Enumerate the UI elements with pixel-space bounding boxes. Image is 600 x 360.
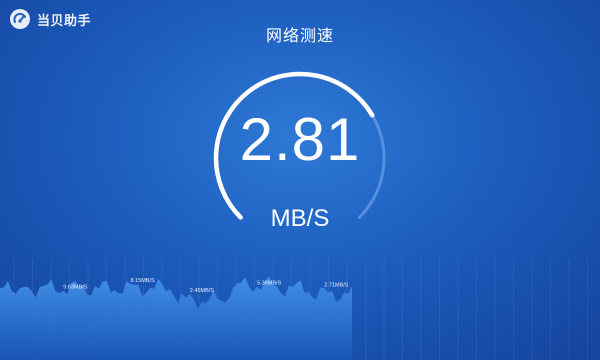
page-title: 网络测速 — [265, 28, 334, 45]
history-value-label: 5.36MB/S — [257, 281, 281, 287]
speed-gauge: 2.81 MB/S — [212, 70, 388, 246]
speed-history-area — [0, 276, 352, 360]
history-value-label: 2.45MB/S — [190, 288, 214, 294]
history-value-label: 2.71MB/S — [324, 282, 348, 288]
speed-history-chart: 9.63MB/S 8.15MB/S 2.45MB/S 5.36MB/S 2.71MB/S — [0, 258, 588, 360]
history-value-label: 9.63MB/S — [63, 285, 87, 291]
history-value-label: 8.15MB/S — [131, 278, 155, 284]
speed-value: 2.81 — [239, 106, 361, 173]
speed-unit: MB/S — [270, 205, 330, 232]
